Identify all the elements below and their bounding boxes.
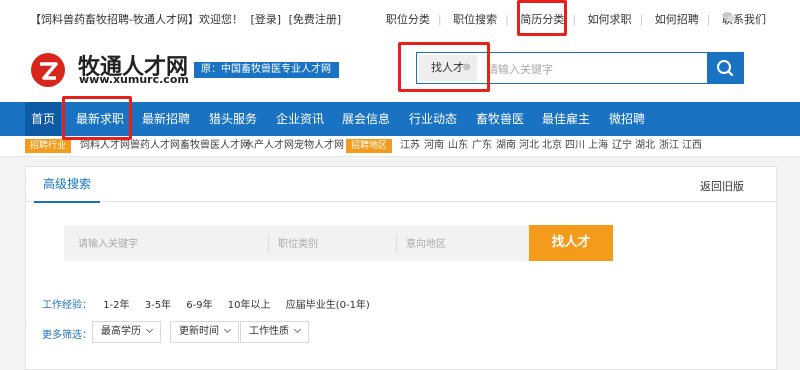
- tab-advanced-search[interactable]: 高级搜索: [34, 167, 100, 203]
- industry-link[interactable]: 水产人才网: [244, 136, 294, 156]
- nav-animal-husbandry[interactable]: 畜牧兽医: [476, 102, 524, 136]
- region-link[interactable]: 河北: [519, 136, 539, 156]
- top-left: 【饲料兽药畜牧招聘-牧通人才网】欢迎您！ [登录] [免费注册]: [30, 11, 345, 27]
- search-icon: [717, 60, 734, 77]
- more-filters-label: 更多筛选：: [42, 330, 92, 341]
- back-to-old-version-link[interactable]: 返回旧版: [700, 178, 744, 194]
- top-link-resume-category[interactable]: 简历分类: [520, 13, 564, 26]
- divider: [268, 234, 269, 252]
- experience-option[interactable]: 3-5年: [145, 300, 171, 311]
- job-category-field[interactable]: [276, 233, 390, 255]
- nav-industry-news[interactable]: 行业动态: [409, 102, 457, 136]
- logo-url: www.xumurc.com: [79, 73, 189, 86]
- region-link[interactable]: 四川: [565, 136, 585, 156]
- chevron-down-icon: [145, 325, 154, 334]
- region-link[interactable]: 江西: [682, 136, 702, 156]
- wechat-icon[interactable]: [722, 11, 736, 23]
- dropdown-label: 工作性质: [249, 326, 289, 337]
- chevron-down-icon: [293, 325, 302, 334]
- industry-link[interactable]: 兽药人才网: [130, 136, 180, 156]
- nav-latest-jobs[interactable]: 最新招聘: [142, 102, 190, 136]
- nav-company-news[interactable]: 企业资讯: [276, 102, 324, 136]
- advanced-search-panel: 高级搜索 返回旧版 找人才 工作经验： 1-2年 3-5年 6-9年 10年以上…: [25, 166, 777, 370]
- top-bar: 【饲料兽药畜牧招聘-牧通人才网】欢迎您！ [登录] [免费注册] 职位分类 | 职…: [0, 0, 800, 35]
- nav-best-employers[interactable]: 最佳雇主: [542, 102, 590, 136]
- nav-latest-jobseekers[interactable]: 最新求职: [76, 102, 124, 136]
- region-link[interactable]: 河南: [424, 136, 444, 156]
- experience-option[interactable]: 6-9年: [186, 300, 212, 311]
- register-link[interactable]: [免费注册]: [289, 13, 342, 26]
- region-link[interactable]: 北京: [542, 136, 562, 156]
- region-label: 招聘地区: [346, 139, 393, 153]
- top-link-how-to-hire[interactable]: 如何招聘: [655, 13, 699, 26]
- nav-home[interactable]: 首页: [25, 102, 62, 136]
- quick-links-row: 招聘行业 饲料人才网 兽药人才网 畜牧兽医人才网 水产人才网 宠物人才网 招聘地…: [0, 136, 800, 157]
- divider: [396, 234, 397, 252]
- region-link[interactable]: 山东: [448, 136, 468, 156]
- search-type-tag[interactable]: 找人才 ⊗: [419, 55, 477, 81]
- keyword-input[interactable]: [76, 233, 260, 255]
- region-link[interactable]: 江苏: [400, 136, 420, 156]
- main-nav: 首页 最新求职 最新招聘 猎头服务 企业资讯 展会信息 行业动态 畜牧兽医 最佳…: [0, 102, 800, 136]
- region-link[interactable]: 上海: [588, 136, 608, 156]
- search-button[interactable]: [707, 53, 743, 83]
- industry-label: 招聘行业: [25, 139, 72, 153]
- update-time-dropdown[interactable]: 更新时间: [170, 321, 239, 343]
- top-link-how-to-apply[interactable]: 如何求职: [588, 13, 632, 26]
- nav-exhibitions[interactable]: 展会信息: [342, 102, 390, 136]
- region-link[interactable]: 湖北: [635, 136, 655, 156]
- experience-option[interactable]: 10年以上: [228, 300, 271, 311]
- panel-tabs: 高级搜索 返回旧版: [26, 167, 776, 203]
- nav-headhunting[interactable]: 猎头服务: [209, 102, 257, 136]
- search-bar: 找人才 ⊗: [416, 52, 744, 84]
- slogan: 原：中国畜牧兽医专业人才网: [192, 62, 339, 78]
- welcome-text: 【饲料兽药畜牧招聘-牧通人才网】欢迎您！: [30, 13, 243, 26]
- region-link[interactable]: 广东: [472, 136, 492, 156]
- find-talent-button[interactable]: 找人才: [529, 225, 613, 261]
- login-link[interactable]: [登录]: [250, 13, 281, 26]
- region-field[interactable]: [404, 233, 518, 255]
- industry-link[interactable]: 畜牧兽医人才网: [180, 136, 250, 156]
- region-link[interactable]: 浙江: [659, 136, 679, 156]
- experience-option[interactable]: 1-2年: [103, 300, 129, 311]
- industry-link[interactable]: 宠物人才网: [294, 136, 344, 156]
- top-link-job-search[interactable]: 职位搜索: [453, 13, 497, 26]
- top-link-job-category[interactable]: 职位分类: [386, 13, 430, 26]
- experience-label: 工作经验：: [42, 300, 92, 311]
- search-filter-box: [64, 225, 529, 261]
- top-links: 职位分类 | 职位搜索 | 简历分类 | 如何求职 | 如何招聘 | 联系我们: [385, 13, 766, 26]
- experience-option[interactable]: 应届毕业生(0-1年): [286, 300, 370, 311]
- dropdown-label: 最高学历: [101, 326, 141, 337]
- region-link[interactable]: 湖南: [496, 136, 516, 156]
- chevron-down-icon: [223, 325, 232, 334]
- job-type-dropdown[interactable]: 工作性质: [240, 321, 309, 343]
- close-icon[interactable]: ⊗: [451, 55, 471, 81]
- industry-link[interactable]: 饲料人才网: [80, 136, 130, 156]
- region-link[interactable]: 辽宁: [612, 136, 632, 156]
- nav-wechat-recruit[interactable]: 微招聘: [609, 102, 645, 136]
- search-input[interactable]: [485, 57, 709, 81]
- logo-icon[interactable]: [30, 52, 66, 88]
- experience-filter: 工作经验： 1-2年 3-5年 6-9年 10年以上 应届毕业生(0-1年): [42, 296, 382, 311]
- education-dropdown[interactable]: 最高学历: [92, 321, 161, 343]
- dropdown-label: 更新时间: [179, 326, 219, 337]
